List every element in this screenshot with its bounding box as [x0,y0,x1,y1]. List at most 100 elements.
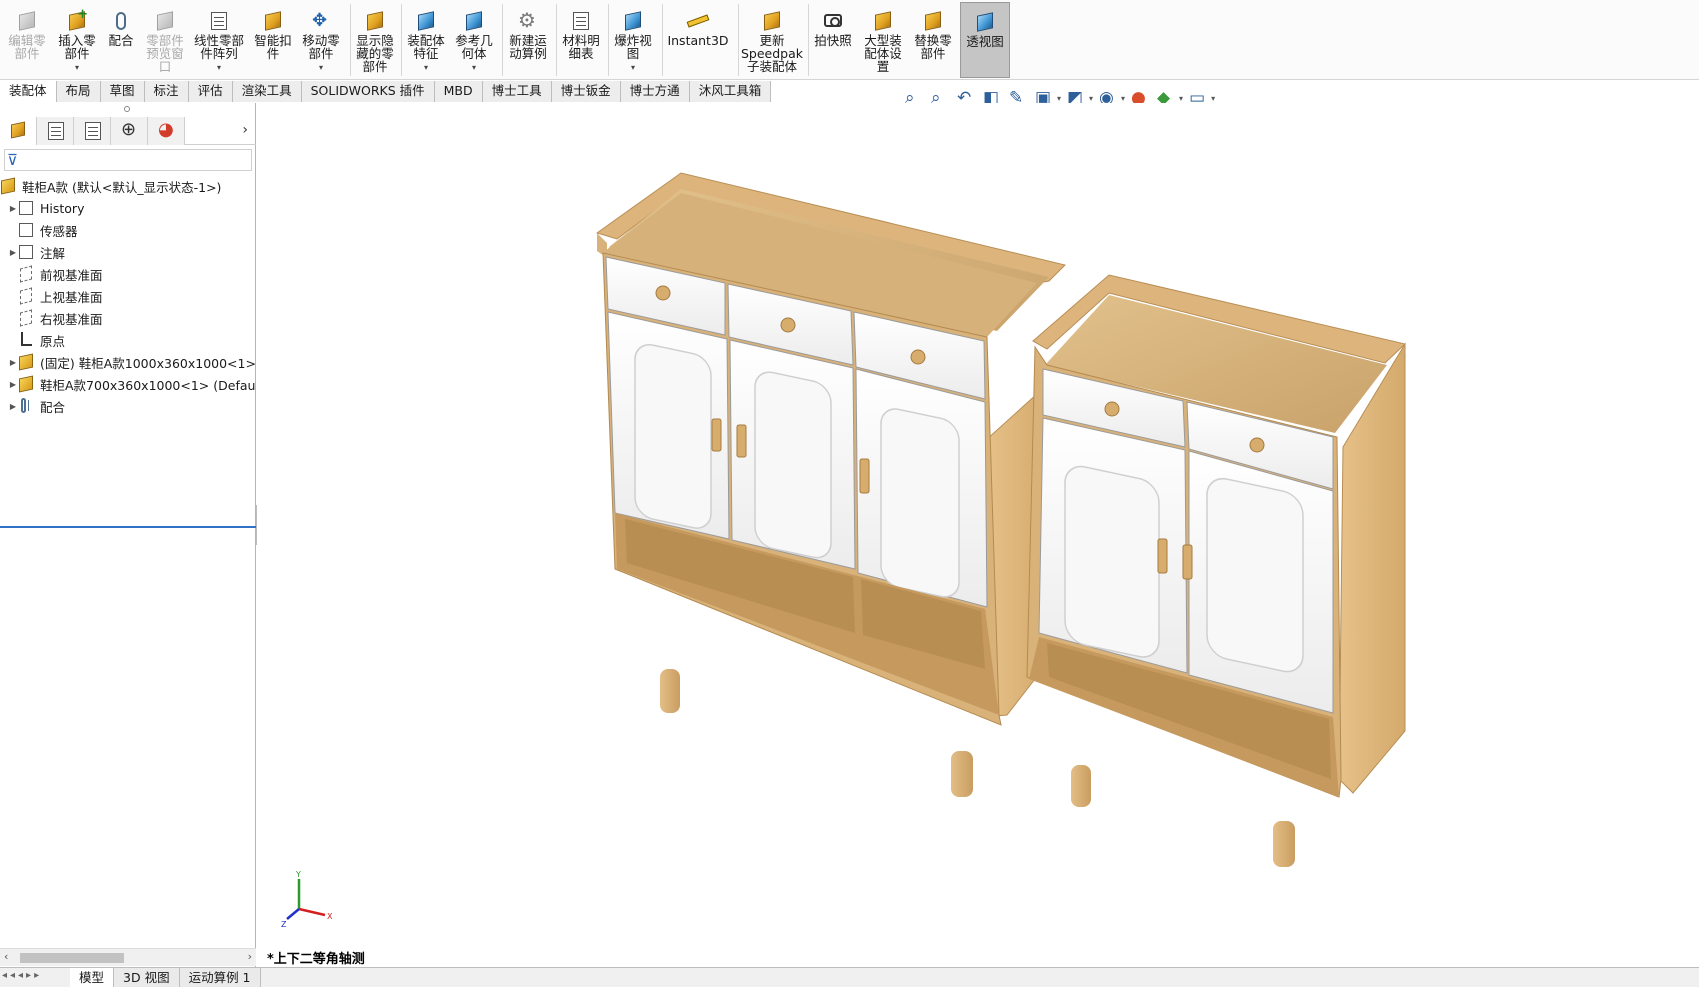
large-assembly-settings-button[interactable]: 大型装 配体设 置 [860,2,906,78]
tab-mufeng-toolbox[interactable]: 沐风工具箱 [689,81,772,102]
tab-layout[interactable]: 布局 [56,81,101,102]
tree-item-history[interactable]: ▶ History [0,197,256,219]
cabinet-leg [1071,765,1091,807]
scrollbar-thumb[interactable] [20,953,124,963]
tab-boshi-tube[interactable]: 博士方通 [620,81,690,102]
tree-item-sensors[interactable]: 传感器 [0,219,256,241]
expand-arrow-icon[interactable]: ▶ [8,358,18,367]
perspective-icon [974,11,996,33]
bottom-tabs: 模型 3D 视图 运动算例 1 [70,968,261,987]
tree-item-subassembly-700[interactable]: ▶ 鞋柜A款700x360x1000<1> (Default< [0,373,256,395]
insert-component-button[interactable]: + 插入零 部件 ▾ [54,2,100,78]
chevron-down-icon[interactable]: ▾ [1089,94,1093,103]
chevron-down-icon[interactable]: ▾ [1179,94,1183,103]
property-manager-tab[interactable] [37,117,74,145]
cabinet-700[interactable] [1026,274,1407,867]
expand-arrow-icon[interactable]: ▶ [8,380,18,389]
smart-fasteners-button[interactable]: 智能扣 件 [252,2,294,78]
replace-components-button[interactable]: 替换零 部件 [910,2,956,78]
instant3d-button[interactable]: Instant3D [664,2,732,78]
scroll-left-icon[interactable]: ‹ [4,950,8,963]
tree-item-subassembly-1000[interactable]: ▶ (固定) 鞋柜A款1000x360x1000<1> (D [0,351,256,373]
tab-solidworks-addins[interactable]: SOLIDWORKS 插件 [301,81,435,102]
reference-geometry-icon [463,10,485,32]
chevron-right-icon[interactable]: › [242,122,248,138]
linear-pattern-button[interactable]: 线性零部 件阵列 ▾ [190,2,248,78]
assembly-model-view[interactable] [257,103,1699,967]
tree-item-right-plane[interactable]: 右视基准面 [0,307,256,329]
tree-rollback-bar[interactable] [0,526,256,528]
move-component-button[interactable]: ✥ 移动零 部件 ▾ [298,2,344,78]
dimxpert-manager-tab[interactable]: ⊕ [111,117,148,145]
panel-splitter-handle[interactable] [124,106,130,112]
tab-sketch[interactable]: 草图 [100,81,145,102]
exploded-view-icon [622,10,644,32]
tab-navigation-arrows-icon[interactable]: ◂◂◂▸▸ [2,970,42,981]
snapshot-button[interactable]: 拍快照 [810,2,856,78]
dropdown-arrow-icon[interactable]: ▾ [75,61,79,74]
chevron-down-icon[interactable]: ▾ [1057,94,1061,103]
feature-manager-tab[interactable] [0,117,37,145]
door-inset-panel [634,344,712,529]
plane-icon [18,287,36,305]
sensor-icon [18,222,36,238]
snapshot-icon [822,10,844,32]
subassembly-icon [18,353,36,371]
tree-root[interactable]: 鞋柜A款 (默认<默认_显示状态-1>) [0,175,256,197]
tree-item-top-plane[interactable]: 上视基准面 [0,285,256,307]
cabinet-1000[interactable] [595,172,1066,797]
door-inset-panel [1064,465,1160,658]
new-motion-study-button[interactable]: ⚙ 新建运 动算例 [505,2,551,78]
reference-geometry-button[interactable]: 参考几 何体 ▾ [452,2,496,78]
configuration-manager-tab[interactable] [74,117,111,145]
tree-filter-input[interactable]: ⊽ [4,149,252,171]
feature-manager-panel: ⊕ ◕ › ⊽ 鞋柜A款 (默认<默认_显示状态-1>) ▶ History 传… [0,103,256,967]
tab-assembly[interactable]: 装配体 [0,81,57,102]
tab-render-tools[interactable]: 渲染工具 [232,81,302,102]
dropdown-arrow-icon[interactable]: ▾ [631,61,635,74]
tab-motion-study-1[interactable]: 运动算例 1 [179,968,261,987]
tree-horizontal-scrollbar[interactable]: ‹ › [0,948,256,966]
assembly-features-icon [415,10,437,32]
expand-arrow-icon[interactable]: ▶ [8,204,18,213]
dropdown-arrow-icon[interactable]: ▾ [217,61,221,74]
show-hidden-components-button[interactable]: 显示隐 藏的零 部件 [352,2,398,78]
mate-button[interactable]: 配合 [104,2,138,78]
subassembly-icon [18,375,36,393]
door-handle [859,458,870,494]
tab-boshi-sheetmetal[interactable]: 博士钣金 [551,81,621,102]
tab-model[interactable]: 模型 [70,968,115,987]
dropdown-arrow-icon[interactable]: ▾ [424,61,428,74]
tree-item-front-plane[interactable]: 前视基准面 [0,263,256,285]
bill-of-materials-button[interactable]: 材料明 细表 [558,2,604,78]
bill-of-materials-icon [570,10,592,32]
reference-triad: Y X Z [281,870,333,929]
tree-item-annotations[interactable]: ▶ 注解 [0,241,256,263]
component-preview-button[interactable]: 零部件 预览窗 口 [142,2,188,78]
tree-item-mates[interactable]: ▶ 配合 [0,395,256,417]
graphics-viewport[interactable]: Y X Z *上下二等角轴测 [257,103,1699,967]
tab-3d-views[interactable]: 3D 视图 [114,968,180,987]
edit-component-button[interactable]: 编辑零 部件 [4,2,50,78]
tab-markup[interactable]: 标注 [144,81,189,102]
speedpak-icon [761,10,783,32]
tab-evaluate[interactable]: 评估 [188,81,233,102]
tree-item-origin[interactable]: 原点 [0,329,256,351]
command-manager-ribbon: 编辑零 部件 + 插入零 部件 ▾ 配合 零部件 预览窗 口 线性零部 件阵列 … [0,0,1699,80]
dropdown-arrow-icon[interactable]: ▾ [319,61,323,74]
chevron-down-icon[interactable]: ▾ [1211,94,1215,103]
cabinet-leg [1273,821,1295,867]
scroll-right-icon[interactable]: › [248,950,252,963]
drawer-knob [1249,437,1265,453]
expand-arrow-icon[interactable]: ▶ [8,402,18,411]
exploded-view-button[interactable]: 爆炸视 图 ▾ [610,2,656,78]
display-manager-tab[interactable]: ◕ [148,117,185,145]
tab-mbd[interactable]: MBD [434,81,483,102]
perspective-button[interactable]: 透视图 [960,2,1010,78]
update-speedpak-button[interactable]: 更新 Speedpak 子装配体 [740,2,804,78]
chevron-down-icon[interactable]: ▾ [1121,94,1125,103]
dropdown-arrow-icon[interactable]: ▾ [472,61,476,74]
expand-arrow-icon[interactable]: ▶ [8,248,18,257]
assembly-features-button[interactable]: 装配体 特征 ▾ [404,2,448,78]
tab-boshi-tools[interactable]: 博士工具 [482,81,552,102]
